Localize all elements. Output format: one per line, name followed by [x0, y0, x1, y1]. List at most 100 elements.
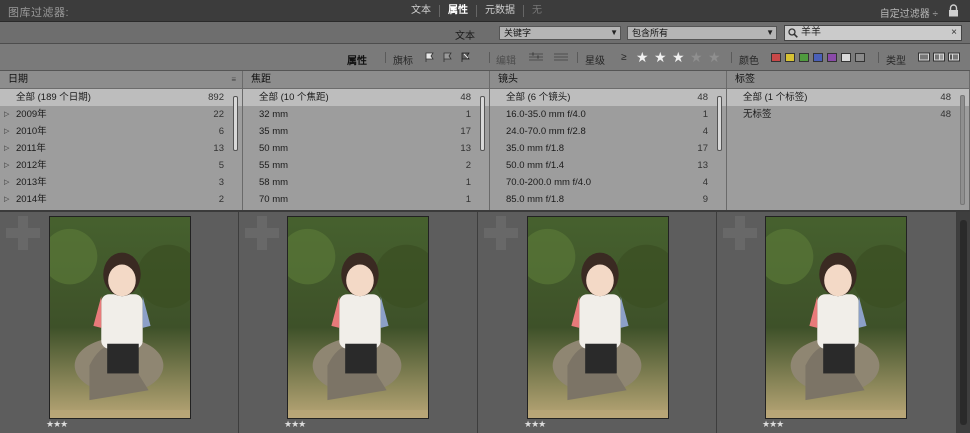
list-item[interactable]: 70.0-200.0 mm f/4.0 4	[490, 174, 726, 191]
photo-grid: ★★★ ★★★ ★★★ ★★★	[0, 212, 970, 433]
grid-cell[interactable]: ★★★	[478, 212, 717, 433]
list-item-count: 4	[702, 177, 708, 188]
tab-metadata[interactable]: 元数据	[477, 5, 524, 17]
column-scrollbar[interactable]	[717, 96, 722, 151]
tab-none[interactable]: 无	[524, 5, 550, 17]
disclosure-triangle-icon[interactable]: ▷	[4, 191, 9, 208]
list-item[interactable]: 16.0-35.0 mm f/4.0 1	[490, 106, 726, 123]
metadata-column-date: 日期 ≡ 全部 (189 个日期) 892 ▷ 2009年 22 ▷ 2010年 6 ▷ 2011年 1…	[0, 71, 243, 210]
list-item-count: 2	[465, 160, 471, 171]
disclosure-triangle-icon[interactable]: ▷	[4, 106, 9, 123]
divider	[878, 52, 879, 63]
disclosure-triangle-icon[interactable]: ▷	[4, 123, 9, 140]
color-swatch[interactable]	[841, 53, 851, 62]
virtual-copy-icon[interactable]	[933, 51, 945, 63]
list-item[interactable]: 85.0 mm f/1.8 9	[490, 191, 726, 208]
list-item-label: 2012年	[16, 160, 47, 171]
rating-star-2[interactable]: ★	[654, 49, 667, 65]
text-rule-select[interactable]: 包含所有 ▼	[627, 26, 777, 40]
photo-thumbnail[interactable]	[287, 216, 429, 419]
grid-cell[interactable]: ★★★	[717, 212, 957, 433]
list-item[interactable]: ▷ 2011年 13	[0, 140, 242, 157]
color-swatch[interactable]	[827, 53, 837, 62]
rating-star-4[interactable]: ★	[690, 49, 703, 65]
lock-icon[interactable]	[948, 4, 959, 17]
list-item[interactable]: ▷ 2010年 6	[0, 123, 242, 140]
grid-cell[interactable]: ★★★	[0, 212, 239, 433]
list-item[interactable]: ▷ 2012年 5	[0, 157, 242, 174]
photo-thumbnail[interactable]	[765, 216, 907, 419]
search-input[interactable]: 羊羊 ×	[784, 25, 962, 41]
list-item[interactable]: 全部 (10 个焦距) 48	[243, 89, 489, 106]
edit-state-icon[interactable]	[528, 51, 544, 63]
rating-star-3[interactable]: ★	[672, 49, 685, 65]
list-item[interactable]: 58 mm 1	[243, 174, 489, 191]
text-field-select[interactable]: 关键字 ▼	[499, 26, 621, 40]
list-item[interactable]: ▷ 2013年 3	[0, 174, 242, 191]
rating-star-5[interactable]: ★	[708, 49, 721, 65]
rating-label: 星级	[585, 56, 605, 67]
rating-operator[interactable]: ≥	[621, 52, 627, 63]
list-item[interactable]: 35 mm 17	[243, 123, 489, 140]
grid-scrollbar[interactable]	[957, 212, 970, 433]
list-item-label: 全部 (1 个标签)	[743, 92, 808, 103]
column-options-icon[interactable]: ≡	[231, 71, 236, 88]
text-filter-row: 文本 关键字 ▼ 包含所有 ▼ 羊羊 ×	[0, 22, 970, 44]
metadata-browser: 日期 ≡ 全部 (189 个日期) 892 ▷ 2009年 22 ▷ 2010年 6 ▷ 2011年 1…	[0, 71, 970, 212]
color-swatch[interactable]	[785, 53, 795, 62]
scrollbar-thumb[interactable]	[960, 220, 967, 425]
list-item-label: 70 mm	[259, 194, 289, 205]
list-item[interactable]: 50 mm 13	[243, 140, 489, 157]
column-header[interactable]: 标签	[727, 71, 969, 89]
column-header[interactable]: 日期 ≡	[0, 71, 242, 89]
grid-cell[interactable]: ★★★	[239, 212, 478, 433]
attribute-filter-row: 属性 旗标 编辑 星级 ≥ ★ ★ ★ ★ ★ 颜色 类型	[0, 44, 970, 71]
column-header-label: 日期	[8, 74, 28, 85]
color-swatch[interactable]	[855, 53, 865, 62]
photo-thumbnail[interactable]	[527, 216, 669, 419]
text-rule-value: 包含所有	[632, 28, 669, 38]
disclosure-triangle-icon[interactable]: ▷	[4, 140, 9, 157]
column-header[interactable]: 焦距	[243, 71, 489, 89]
photo-thumbnail[interactable]	[49, 216, 191, 419]
list-item[interactable]: 全部 (1 个标签) 48	[727, 89, 969, 106]
list-item[interactable]: 全部 (189 个日期) 892	[0, 89, 242, 106]
disclosure-triangle-icon[interactable]: ▷	[4, 157, 9, 174]
flag-rejected-icon[interactable]	[460, 51, 472, 63]
rating-star-1[interactable]: ★	[636, 49, 649, 65]
color-swatch[interactable]	[813, 53, 823, 62]
list-item[interactable]: ▷ 2014年 2	[0, 191, 242, 208]
filter-preset-menu[interactable]: 自定过滤器 ÷	[880, 5, 938, 20]
list-item[interactable]: 无标签 48	[727, 106, 969, 123]
column-scrollbar[interactable]	[233, 96, 238, 151]
star-rating[interactable]: ★★★	[524, 419, 546, 430]
list-item[interactable]: ▷ 2009年 22	[0, 106, 242, 123]
column-scrollbar[interactable]	[960, 95, 965, 205]
list-item[interactable]: 24.0-70.0 mm f/2.8 4	[490, 123, 726, 140]
clear-icon[interactable]: ×	[951, 26, 957, 40]
disclosure-triangle-icon[interactable]: ▷	[4, 174, 9, 191]
tab-attribute[interactable]: 属性	[440, 5, 477, 17]
column-header[interactable]: 镜头	[490, 71, 726, 89]
flag-unflagged-icon[interactable]	[442, 51, 454, 63]
tab-text[interactable]: 文本	[403, 5, 440, 17]
list-item-label: 全部 (6 个镜头)	[506, 92, 571, 103]
star-rating[interactable]: ★★★	[762, 419, 784, 430]
column-header-label: 镜头	[498, 74, 518, 85]
star-rating[interactable]: ★★★	[284, 419, 306, 430]
list-item[interactable]: 70 mm 1	[243, 191, 489, 208]
video-icon[interactable]	[948, 51, 960, 63]
flag-pick-icon[interactable]	[424, 51, 436, 63]
list-item[interactable]: 全部 (6 个镜头) 48	[490, 89, 726, 106]
color-swatch[interactable]	[799, 53, 809, 62]
list-item[interactable]: 32 mm 1	[243, 106, 489, 123]
edit-state-unedited-icon[interactable]	[553, 51, 569, 63]
color-swatch[interactable]	[771, 53, 781, 62]
list-item[interactable]: 50.0 mm f/1.4 13	[490, 157, 726, 174]
list-item[interactable]: 35.0 mm f/1.8 17	[490, 140, 726, 157]
column-scrollbar[interactable]	[480, 96, 485, 151]
star-rating[interactable]: ★★★	[46, 419, 68, 430]
list-item[interactable]: 55 mm 2	[243, 157, 489, 174]
master-photo-icon[interactable]	[918, 51, 930, 63]
list-item-label: 58 mm	[259, 177, 289, 188]
